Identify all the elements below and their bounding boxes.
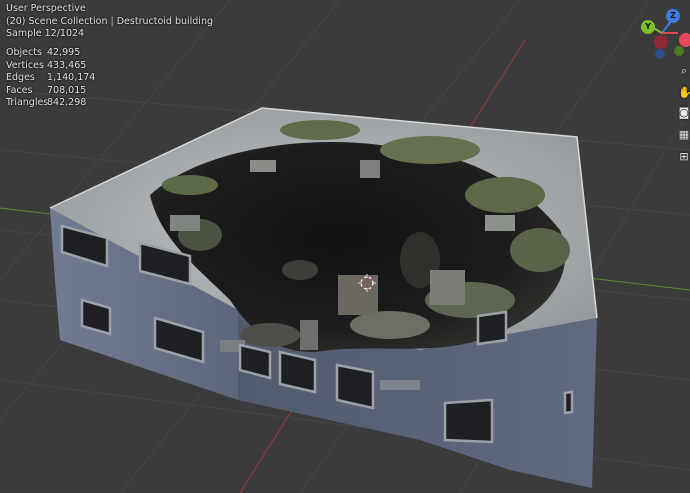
stat-value: 708,015 bbox=[47, 84, 87, 96]
stat-label: Edges bbox=[6, 72, 35, 83]
hand-pan-icon[interactable]: ✋ bbox=[678, 86, 690, 100]
gizmo-z-axis[interactable]: Z bbox=[666, 9, 680, 23]
stat-row-vertices: Vertices 433,465 bbox=[6, 60, 95, 73]
stat-row-faces: Faces 708,015 bbox=[6, 85, 95, 98]
stat-value: 433,465 bbox=[47, 59, 87, 71]
3d-viewport[interactable] bbox=[0, 0, 690, 493]
gizmo-y-axis[interactable]: Y bbox=[641, 20, 655, 34]
gizmo-neg-x-axis[interactable] bbox=[654, 35, 668, 49]
stat-value: 42,995 bbox=[47, 47, 81, 58]
stat-row-triangles: Triangles 842,298 bbox=[6, 97, 95, 110]
camera-view-icon[interactable]: ◙ bbox=[678, 106, 690, 120]
stat-row-edges: Edges 1,140,174 bbox=[6, 72, 95, 85]
stat-label: Objects bbox=[6, 47, 42, 58]
scene-statistics: Objects 42,995 Vertices 433,465 Edges 1,… bbox=[6, 47, 95, 110]
viewport-info: User Perspective (20) Scene Collection |… bbox=[6, 3, 213, 41]
gizmo-x-axis[interactable] bbox=[679, 33, 690, 47]
gizmo-neg-z-axis[interactable] bbox=[655, 49, 665, 59]
grid-toggle-icon[interactable]: ▦ bbox=[678, 128, 690, 142]
stat-value: 1,140,174 bbox=[47, 72, 96, 83]
stat-label: Triangles bbox=[6, 97, 49, 108]
stat-label: Faces bbox=[6, 84, 33, 96]
view-name: User Perspective bbox=[6, 3, 86, 14]
gizmo-neg-y-axis[interactable] bbox=[674, 46, 684, 56]
stat-value: 842,298 bbox=[47, 97, 87, 108]
building-mesh[interactable] bbox=[49, 107, 598, 488]
perspective-toggle-icon[interactable]: ⊞ bbox=[678, 150, 690, 164]
stat-label: Vertices bbox=[6, 59, 44, 71]
zoom-icon[interactable]: ⌕ bbox=[678, 64, 690, 78]
scene-info: (20) Scene Collection | Destructoid buil… bbox=[6, 15, 213, 27]
navigation-gizmo[interactable]: Y Z bbox=[636, 6, 690, 60]
stat-row-objects: Objects 42,995 bbox=[6, 47, 95, 60]
render-sample: Sample 12/1024 bbox=[6, 28, 85, 39]
